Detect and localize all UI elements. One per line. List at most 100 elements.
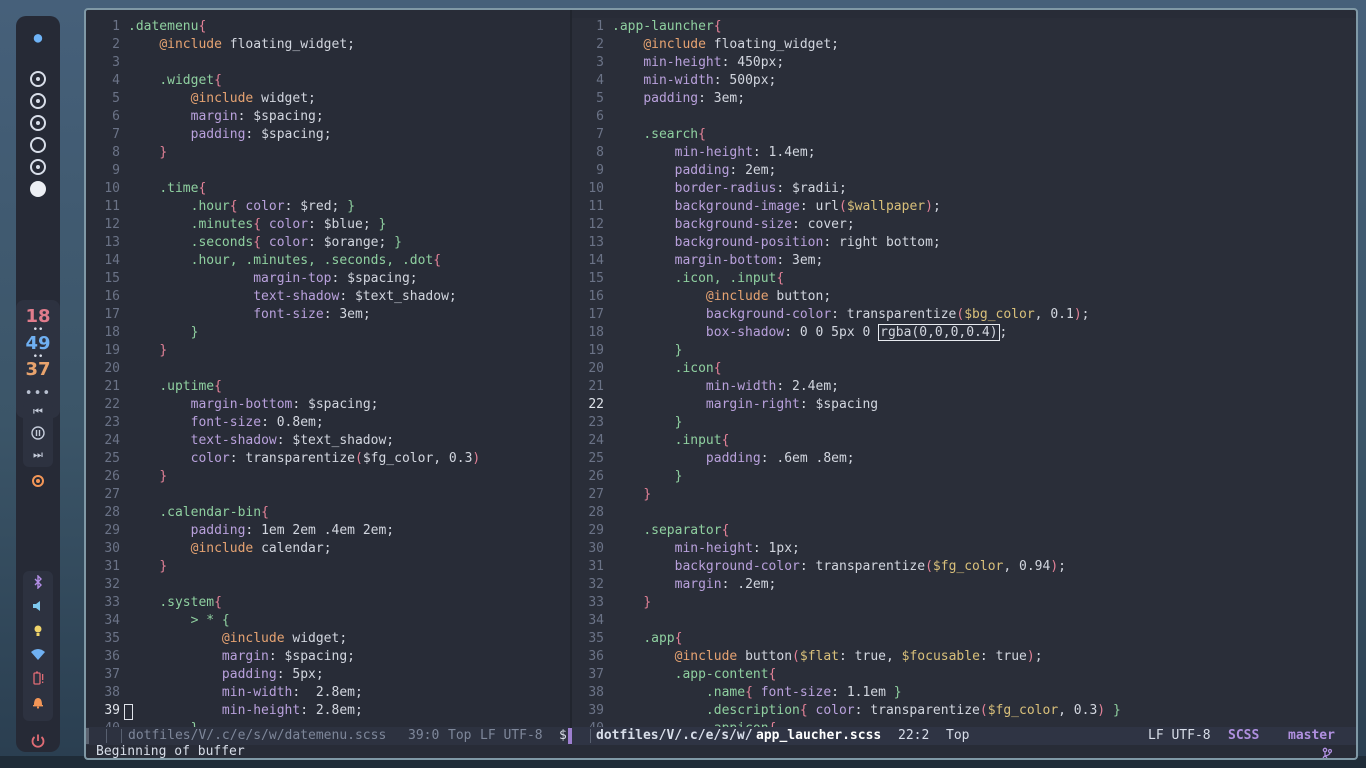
code-line[interactable]: 21 .uptime{ bbox=[86, 378, 570, 396]
code-line[interactable]: 21 min-width: 2.4em; bbox=[572, 378, 1356, 396]
code-line[interactable]: 3 min-height: 450px; bbox=[572, 54, 1356, 72]
code-line[interactable]: 12 .minutes{ color: $blue; } bbox=[86, 216, 570, 234]
major-mode[interactable]: SCSS bbox=[1228, 727, 1259, 745]
code-line[interactable]: 30 @include calendar; bbox=[86, 540, 570, 558]
code-line[interactable]: 5 @include widget; bbox=[86, 90, 570, 108]
code-line[interactable]: 19 } bbox=[86, 342, 570, 360]
workspace-3[interactable] bbox=[30, 115, 46, 131]
code-line[interactable]: 4 .widget{ bbox=[86, 72, 570, 90]
code-line[interactable]: 18 box-shadow: 0 0 5px 0 rgba(0,0,0,0.4)… bbox=[572, 324, 1356, 342]
code-line[interactable]: 34 > * { bbox=[86, 612, 570, 630]
code-line[interactable]: 17 background-color: transparentize($bg_… bbox=[572, 306, 1356, 324]
code-line[interactable]: 10 .time{ bbox=[86, 180, 570, 198]
code-line[interactable]: 37 .app-content{ bbox=[572, 666, 1356, 684]
code-line[interactable]: 36 margin: $spacing; bbox=[86, 648, 570, 666]
code-line[interactable]: 1 .datemenu{ bbox=[86, 18, 570, 36]
workspace-4[interactable] bbox=[30, 137, 46, 153]
code-line[interactable]: 1 .app-launcher{ bbox=[572, 18, 1356, 36]
code-line[interactable]: 22 margin-bottom: $spacing; bbox=[86, 396, 570, 414]
workspace-2[interactable] bbox=[30, 93, 46, 109]
code-line[interactable]: 9 bbox=[86, 162, 570, 180]
code-line[interactable]: 13 background-position: right bottom; bbox=[572, 234, 1356, 252]
code-line[interactable]: 2 @include floating_widget; bbox=[572, 36, 1356, 54]
code-line[interactable]: 20 .icon{ bbox=[572, 360, 1356, 378]
volume-icon[interactable] bbox=[23, 599, 53, 617]
code-line[interactable]: 38 .name{ font-size: 1.1em } bbox=[572, 684, 1356, 702]
skip-next-icon[interactable]: ⏭ bbox=[23, 448, 53, 462]
code-line[interactable]: 28 .calendar-bin{ bbox=[86, 504, 570, 522]
code-line[interactable]: 11 .hour{ color: $red; } bbox=[86, 198, 570, 216]
code-line[interactable]: 4 min-width: 500px; bbox=[572, 72, 1356, 90]
skip-previous-icon[interactable]: ⏮ bbox=[23, 405, 53, 419]
battery-icon[interactable] bbox=[23, 671, 53, 689]
git-branch[interactable]: master bbox=[1288, 727, 1335, 745]
code-line[interactable]: 16 text-shadow: $text_shadow; bbox=[86, 288, 570, 306]
code-line[interactable]: 26 } bbox=[86, 468, 570, 486]
code-line[interactable]: 23 font-size: 0.8em; bbox=[86, 414, 570, 432]
code-line[interactable]: 15 .icon, .input{ bbox=[572, 270, 1356, 288]
code-line[interactable]: 25 padding: .6em .8em; bbox=[572, 450, 1356, 468]
code-line[interactable]: 27 bbox=[86, 486, 570, 504]
code-line[interactable]: 33 } bbox=[572, 594, 1356, 612]
code-line[interactable]: 18 } bbox=[86, 324, 570, 342]
modeline-left[interactable]: dotfiles/V/.c/e/s/w/datemenu.scss 39:0 T… bbox=[86, 727, 574, 745]
code-line[interactable]: 29 .separator{ bbox=[572, 522, 1356, 540]
code-line[interactable]: 8 } bbox=[86, 144, 570, 162]
code-line[interactable]: 11 background-image: url($wallpaper); bbox=[572, 198, 1356, 216]
code-line[interactable]: 30 min-height: 1px; bbox=[572, 540, 1356, 558]
code-line[interactable]: 19 } bbox=[572, 342, 1356, 360]
code-line[interactable]: 12 background-size: cover; bbox=[572, 216, 1356, 234]
code-line[interactable]: 8 min-height: 1.4em; bbox=[572, 144, 1356, 162]
code-line[interactable]: 39 .description{ color: transparentize($… bbox=[572, 702, 1356, 720]
code-line[interactable]: 26 } bbox=[572, 468, 1356, 486]
code-line[interactable]: 7 .search{ bbox=[572, 126, 1356, 144]
code-line[interactable]: 6 bbox=[572, 108, 1356, 126]
code-line[interactable]: 9 padding: 2em; bbox=[572, 162, 1356, 180]
code-line[interactable]: 38 min-width: 2.8em; bbox=[86, 684, 570, 702]
workspace-5[interactable] bbox=[30, 159, 46, 175]
code-line[interactable]: 16 @include button; bbox=[572, 288, 1356, 306]
code-line[interactable]: 36 @include button($flat: true, $focusab… bbox=[572, 648, 1356, 666]
pause-icon[interactable] bbox=[23, 426, 53, 443]
code-line[interactable]: 20 bbox=[86, 360, 570, 378]
code-line[interactable]: 22 margin-right: $spacing bbox=[572, 396, 1356, 414]
code-line[interactable]: 10 border-radius: $radii; bbox=[572, 180, 1356, 198]
ubuntu-icon[interactable] bbox=[16, 474, 60, 492]
workspace-1[interactable] bbox=[30, 71, 46, 87]
code-line[interactable]: 7 padding: $spacing; bbox=[86, 126, 570, 144]
bluetooth-icon[interactable] bbox=[23, 574, 53, 593]
code-line[interactable]: 25 color: transparentize($fg_color, 0.3) bbox=[86, 450, 570, 468]
code-line[interactable]: 23 } bbox=[572, 414, 1356, 432]
code-line[interactable]: 14 margin-bottom: 3em; bbox=[572, 252, 1356, 270]
code-line[interactable]: 34 bbox=[572, 612, 1356, 630]
wifi-icon[interactable] bbox=[23, 647, 53, 665]
code-line[interactable]: 33 .system{ bbox=[86, 594, 570, 612]
code-line[interactable]: 37 padding: 5px; bbox=[86, 666, 570, 684]
code-line[interactable]: 24 text-shadow: $text_shadow; bbox=[86, 432, 570, 450]
right-editor-pane[interactable]: 1 .app-launcher{2 @include floating_widge… bbox=[572, 18, 1356, 728]
workspace-6[interactable] bbox=[30, 181, 46, 197]
code-line[interactable]: 2 @include floating_widget; bbox=[86, 36, 570, 54]
alien-icon[interactable]: ● bbox=[16, 30, 60, 46]
code-line[interactable]: 32 margin: .2em; bbox=[572, 576, 1356, 594]
code-line[interactable]: 5 padding: 3em; bbox=[572, 90, 1356, 108]
code-line[interactable]: 3 bbox=[86, 54, 570, 72]
modeline-right[interactable]: dotfiles/V/.c/e/s/w/ app_laucher.scss 22… bbox=[572, 727, 1356, 758]
code-line[interactable]: 28 bbox=[572, 504, 1356, 522]
code-line[interactable]: 27 } bbox=[572, 486, 1356, 504]
code-line[interactable]: 17 font-size: 3em; bbox=[86, 306, 570, 324]
code-line[interactable]: 29 padding: 1em 2em .4em 2em; bbox=[86, 522, 570, 540]
code-line[interactable]: 35 @include widget; bbox=[86, 630, 570, 648]
power-icon[interactable] bbox=[16, 733, 60, 754]
brightness-icon[interactable] bbox=[23, 623, 53, 641]
code-line[interactable]: 31 background-color: transparentize($fg_… bbox=[572, 558, 1356, 576]
notification-bell-icon[interactable] bbox=[23, 695, 53, 713]
code-line[interactable]: 39 min-height: 2.8em; bbox=[86, 702, 570, 720]
code-line[interactable]: 24 .input{ bbox=[572, 432, 1356, 450]
more-dots-icon[interactable]: ••• bbox=[16, 386, 60, 401]
code-line[interactable]: 15 margin-top: $spacing; bbox=[86, 270, 570, 288]
code-line[interactable]: 35 .app{ bbox=[572, 630, 1356, 648]
code-line[interactable]: 32 bbox=[86, 576, 570, 594]
code-line[interactable]: 31 } bbox=[86, 558, 570, 576]
code-line[interactable]: 13 .seconds{ color: $orange; } bbox=[86, 234, 570, 252]
